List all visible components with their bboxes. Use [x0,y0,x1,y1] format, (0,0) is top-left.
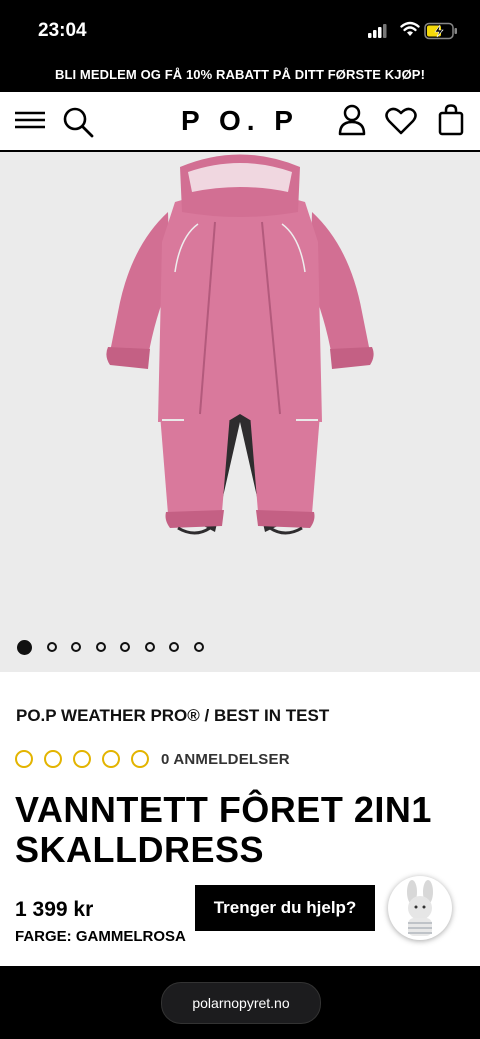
carousel-dot[interactable] [193,642,204,652]
rating-star-icon [102,750,120,768]
carousel-dot[interactable] [95,642,106,652]
status-bar: 23:04 [0,0,480,62]
browser-url-bar[interactable]: polarnopyret.no [161,982,321,1024]
product-rating[interactable]: 0 ANMELDELSER [15,750,290,768]
carousel-dot[interactable] [120,642,130,652]
product-color: FARGE: GAMMELROSA [15,928,186,945]
account-icon[interactable] [337,104,367,136]
bag-icon[interactable] [438,104,464,136]
chat-avatar-icon[interactable] [388,876,452,940]
help-chat-button[interactable]: Trenger du hjelp? [195,885,375,931]
carousel-dot[interactable] [71,642,81,652]
product-price: 1 399 kr [15,898,94,921]
carousel-dot[interactable] [144,642,155,652]
rating-star-icon [73,750,91,768]
promo-banner[interactable]: BLI MEDLEM OG FÅ 10% RABATT PÅ DITT FØRS… [0,62,480,92]
rating-star-icon [131,750,149,768]
status-time: 23:04 [38,20,87,41]
carousel-dot[interactable] [169,642,179,652]
rating-star-icon [44,750,62,768]
product-image-carousel[interactable] [0,152,480,672]
product-image [106,154,374,535]
signal-icon [368,24,387,38]
carousel-dot[interactable] [17,640,32,655]
heart-icon[interactable] [385,107,417,135]
bunny-icon [407,880,433,936]
carousel-pagination [17,640,218,655]
site-header: P O. P [0,92,480,152]
rating-star-icon [15,750,33,768]
product-breadcrumb[interactable]: PO.P WEATHER PRO® / BEST IN TEST [16,706,329,726]
battery-icon [424,22,457,40]
product-title: VANNTETT FÔRET 2IN1 SKALLDRESS [15,789,432,870]
wifi-icon [400,21,420,36]
reviews-count[interactable]: 0 ANMELDELSER [161,751,290,768]
carousel-dot[interactable] [46,642,57,652]
